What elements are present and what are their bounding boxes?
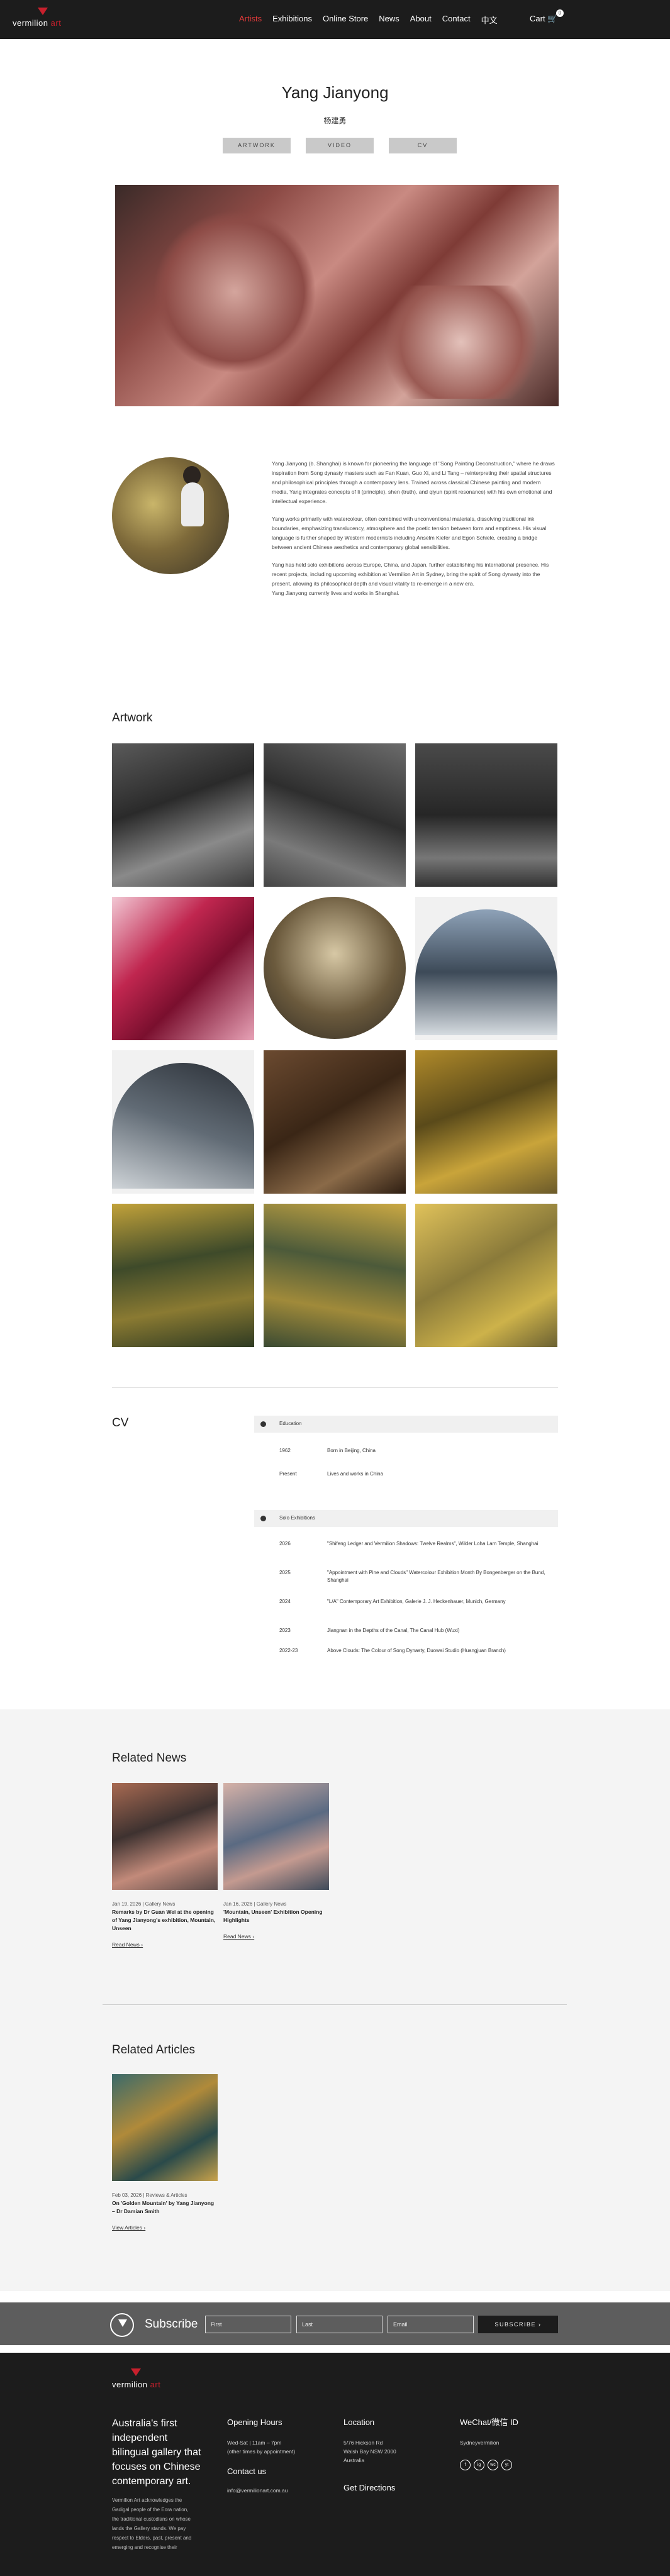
read-news-link[interactable]: Read News › — [223, 1933, 329, 1941]
nav-link-contact[interactable]: Contact — [442, 14, 471, 26]
bio-paragraph: Yang has held solo exhibitions across Eu… — [272, 562, 549, 587]
article-card[interactable]: Feb 03, 2026 | Reviews & Articles On 'Go… — [112, 2074, 218, 2232]
footer: vermilion art Australia's first independ… — [0, 2353, 670, 2576]
logo-text-accent: art — [50, 18, 62, 28]
social-icons: f ig wc yt — [460, 2460, 561, 2470]
acknowledgement-text: Vermilion Art acknowledges the Gadigal p… — [112, 2497, 192, 2550]
cv-education-header[interactable]: Education — [254, 1416, 558, 1433]
logo-mark-icon — [110, 2313, 134, 2337]
facebook-icon[interactable]: f — [460, 2460, 471, 2470]
last-name-field[interactable]: Last — [296, 2316, 382, 2333]
artwork-thumbnail[interactable] — [264, 1204, 406, 1347]
contact-email-link[interactable]: info@vermilionart.com.au — [227, 2486, 328, 2495]
nav-link-artists[interactable]: Artists — [239, 14, 262, 26]
site-logo[interactable]: vermilion art — [13, 8, 75, 31]
nav-link-exhibitions[interactable]: Exhibitions — [272, 14, 312, 26]
wechat-icon[interactable]: wc — [488, 2460, 498, 2470]
logo-mark-icon — [131, 2368, 141, 2376]
bio-paragraph: Yang works primarily with watercolour, o… — [272, 516, 547, 550]
get-directions-link[interactable]: Get Directions — [343, 2484, 444, 2492]
artwork-thumbnail[interactable] — [415, 743, 557, 887]
section-divider — [103, 2004, 567, 2005]
footer-location: Location 5/76 Hickson Rd Walsh Bay NSW 2… — [343, 2418, 444, 2504]
nav-link-about[interactable]: About — [410, 14, 432, 26]
first-name-field[interactable]: First — [205, 2316, 291, 2333]
nav-link-online-store[interactable]: Online Store — [323, 14, 368, 26]
artwork-thumbnail[interactable] — [112, 1204, 254, 1347]
youtube-icon[interactable]: yt — [501, 2460, 512, 2470]
subscribe-title: Subscribe — [145, 2318, 198, 2331]
artwork-thumbnail[interactable] — [112, 897, 254, 1040]
bio-paragraph: Yang Jianyong (b. Shanghai) is known for… — [272, 460, 555, 504]
cart-icon: 🛒 — [547, 14, 558, 23]
section-divider — [112, 1387, 558, 1388]
cart-link[interactable]: Cart 🛒 — [530, 14, 557, 24]
footer-logo[interactable]: vermilion art — [112, 2368, 175, 2394]
logo-text: vermilion — [112, 2380, 148, 2389]
artwork-thumbnail[interactable] — [112, 1050, 254, 1194]
cv-section-title: CV — [112, 1416, 129, 1430]
view-articles-link[interactable]: View Articles › — [112, 2224, 218, 2232]
nav-link-chinese[interactable]: 中文 — [481, 14, 498, 26]
related-section — [0, 1709, 670, 2291]
hero-artwork-image — [115, 185, 559, 406]
related-articles-title: Related Articles — [112, 2043, 196, 2057]
news-card[interactable]: Jan 16, 2026 | Gallery News 'Mountain, U… — [223, 1783, 329, 1941]
artwork-thumbnail[interactable] — [415, 1204, 557, 1347]
logo-text-accent: art — [150, 2380, 161, 2389]
tab-cv[interactable]: CV — [389, 138, 457, 153]
email-field[interactable]: Email — [388, 2316, 474, 2333]
nav-links: Artists Exhibitions Online Store News Ab… — [239, 14, 498, 26]
bio-paragraph: Yang Jianyong currently lives and works … — [272, 590, 399, 596]
footer-wechat: WeChat/微信 ID Sydneyvermilion f ig wc yt — [460, 2418, 561, 2470]
footer-tagline: Australia's first independent bilingual … — [112, 2418, 201, 2487]
read-news-link[interactable]: Read News › — [112, 1941, 218, 1949]
tab-artwork[interactable]: ARTWORK — [223, 138, 291, 153]
subscribe-bar: Subscribe First Last Email SUBSCRIBE › — [0, 2302, 670, 2345]
nav-link-news[interactable]: News — [379, 14, 399, 26]
artwork-section-title: Artwork — [112, 711, 153, 724]
artwork-thumbnail[interactable] — [415, 1050, 557, 1194]
artist-tabs: ARTWORK VIDEO CV — [223, 138, 457, 153]
toggle-icon — [260, 1516, 266, 1521]
artist-name: Yang Jianyong — [281, 83, 389, 102]
instagram-icon[interactable]: ig — [474, 2460, 484, 2470]
news-card[interactable]: Jan 19, 2026 | Gallery News Remarks by D… — [112, 1783, 218, 1949]
logo-mark-icon — [38, 8, 48, 15]
subscribe-button[interactable]: SUBSCRIBE › — [478, 2316, 558, 2333]
toggle-icon — [260, 1421, 266, 1427]
related-news-title: Related News — [112, 1752, 187, 1765]
artwork-thumbnail[interactable] — [264, 897, 406, 1040]
artist-biography: Yang Jianyong (b. Shanghai) is known for… — [272, 459, 556, 606]
cart-count-badge: 0 — [556, 9, 564, 17]
logo-text: vermilion — [13, 18, 48, 28]
artwork-thumbnail[interactable] — [264, 743, 406, 887]
footer-hours: Opening Hours Wed-Sat | 11am – 7pm (othe… — [227, 2418, 328, 2495]
artwork-thumbnail[interactable] — [264, 1050, 406, 1194]
artist-portrait — [112, 457, 229, 574]
news-card-image — [223, 1783, 329, 1890]
cv-solo-exhibitions-header[interactable]: Solo Exhibitions — [254, 1510, 558, 1527]
artwork-thumbnail[interactable] — [112, 743, 254, 887]
artist-name-chinese: 杨建勇 — [323, 116, 347, 125]
tab-video[interactable]: VIDEO — [306, 138, 374, 153]
news-card-image — [112, 1783, 218, 1890]
article-card-image — [112, 2074, 218, 2181]
top-nav: vermilion art Artists Exhibitions Online… — [0, 0, 670, 39]
artwork-thumbnail[interactable] — [415, 897, 557, 1040]
